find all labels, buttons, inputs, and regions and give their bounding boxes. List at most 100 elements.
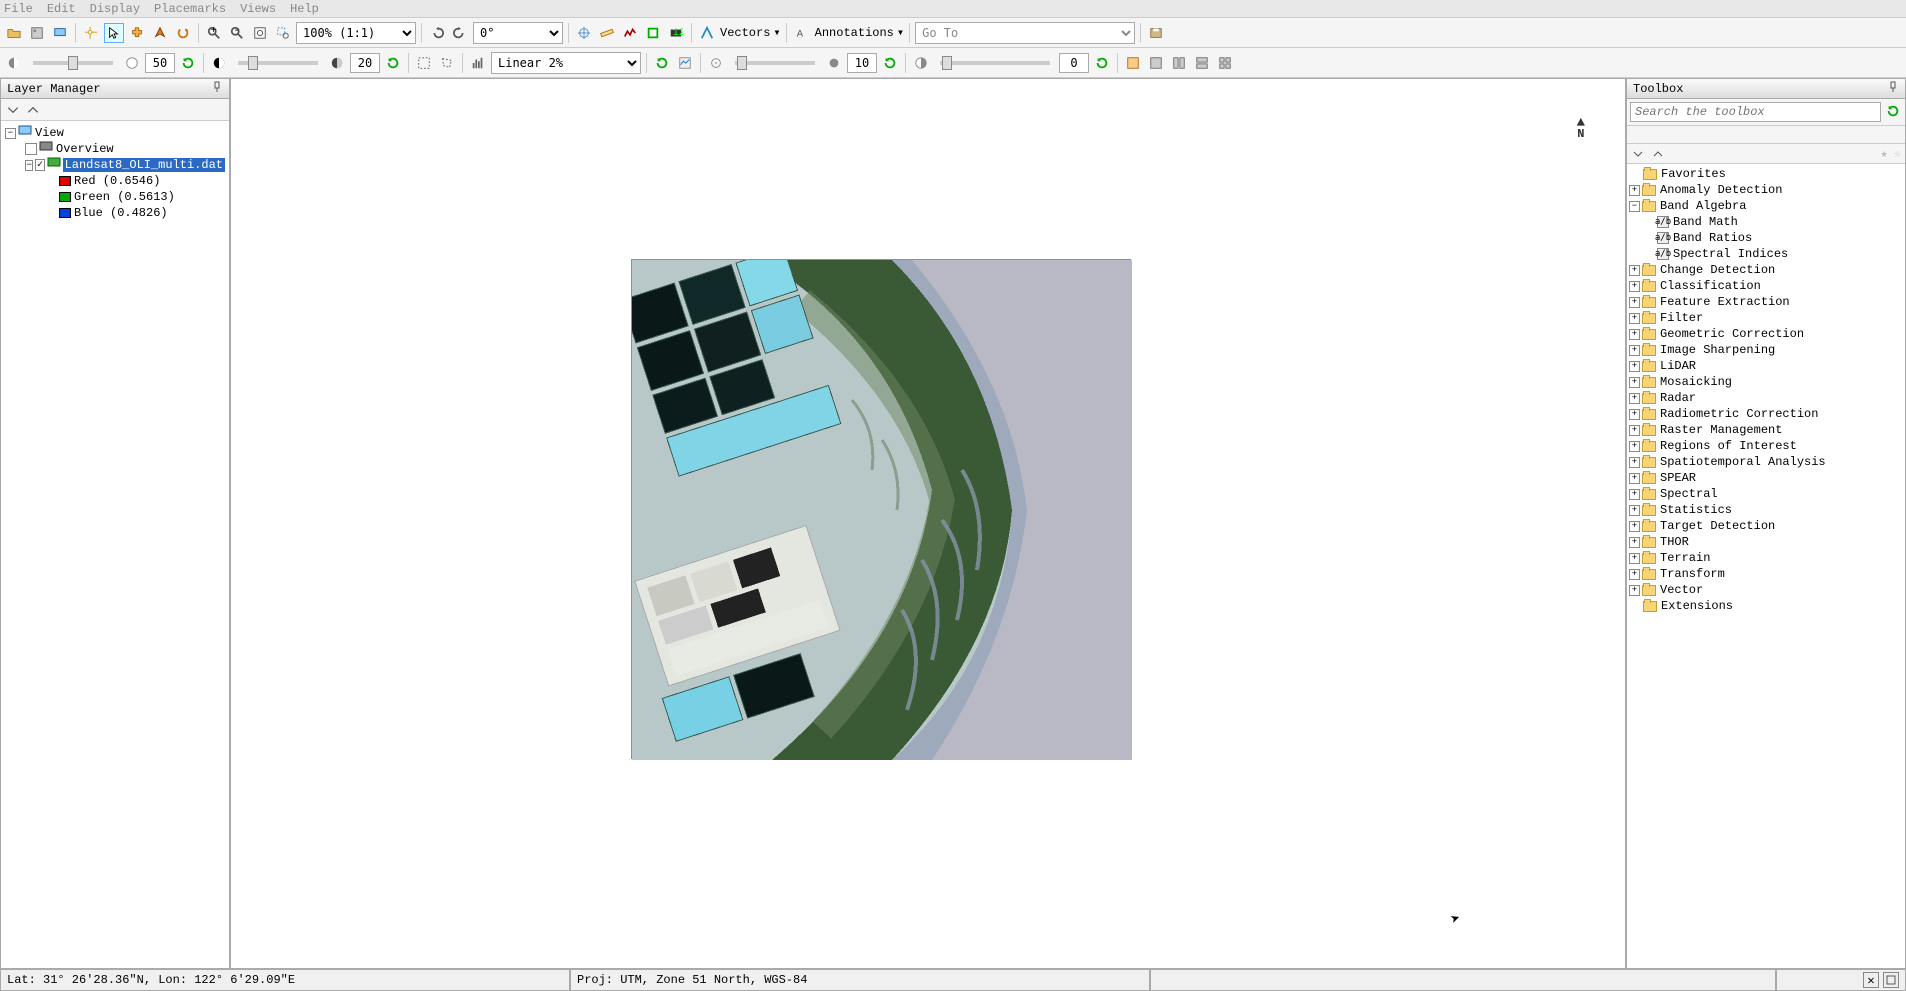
expand-icon[interactable]: + [1629,329,1640,340]
expand-icon[interactable]: + [1629,409,1640,420]
expand-icon[interactable]: + [1629,361,1640,372]
fly-icon[interactable] [150,23,170,43]
portal5-icon[interactable] [1215,53,1235,73]
contrast-icon[interactable] [4,53,24,73]
toolbox-folder[interactable]: +Classification [1629,278,1903,294]
toolbox-folder[interactable]: +Raster Management [1629,422,1903,438]
collapse-icon[interactable] [1631,147,1645,161]
sharpen-slider[interactable] [735,61,815,65]
stats-icon[interactable] [675,53,695,73]
expand-all-icon[interactable] [25,102,41,118]
expand-icon[interactable]: + [1629,281,1640,292]
toolbox-search-input[interactable] [1630,102,1881,122]
menu-file[interactable]: File [4,2,33,16]
expand-icon[interactable]: + [1629,393,1640,404]
toolbox-folder[interactable]: +Statistics [1629,502,1903,518]
tree-band-node[interactable]: Blue (0.4826) [5,205,225,221]
zoom-combo[interactable]: 100% (1:1) [296,22,416,44]
annotations-icon[interactable]: A [792,23,812,43]
stretch-rect-icon[interactable] [414,53,434,73]
vectors-label[interactable]: Vectors [720,26,770,40]
brightness-icon[interactable] [122,53,142,73]
data-manager-icon[interactable] [27,23,47,43]
contrast-slider[interactable] [238,61,318,65]
tree-dataset-node[interactable]: − Landsat8_OLI_multi.dat [5,157,225,173]
portal1-icon[interactable] [1123,53,1143,73]
save-image-icon[interactable] [1146,23,1166,43]
reset-contrast-icon[interactable] [383,53,403,73]
roi-icon[interactable] [643,23,663,43]
expand-icon[interactable] [1651,147,1665,161]
status-close-icon[interactable]: ✕ [1863,972,1879,988]
transparency-input[interactable] [1059,53,1089,73]
toolbox-tool[interactable]: a/bBand Ratios [1629,230,1903,246]
toolbox-folder[interactable]: +Change Detection [1629,262,1903,278]
toolbox-favorites[interactable]: Favorites [1629,166,1903,182]
map-viewport[interactable]: ▲ N [230,78,1626,969]
reset-sharpen-icon[interactable] [880,53,900,73]
expand-icon[interactable]: + [1629,585,1640,596]
menu-views[interactable]: Views [240,2,276,16]
brightness-slider[interactable] [33,61,113,65]
menu-help[interactable]: Help [290,2,319,16]
expand-icon[interactable]: + [1629,377,1640,388]
reset-brightness-icon[interactable] [178,53,198,73]
annotations-dropdown-icon[interactable]: ▾ [897,25,904,40]
search-refresh-icon[interactable] [1884,102,1902,120]
toolbox-folder[interactable]: +Terrain [1629,550,1903,566]
tree-view-node[interactable]: − View [5,125,225,141]
portal4-icon[interactable] [1192,53,1212,73]
dataset-checkbox[interactable] [35,159,44,171]
expand-icon[interactable]: − [25,160,33,171]
toolbox-folder[interactable]: Extensions [1629,598,1903,614]
rotate-left-icon[interactable] [427,23,447,43]
expand-icon[interactable]: − [5,128,16,139]
toolbox-folder[interactable]: +Image Sharpening [1629,342,1903,358]
vectors-toggle-icon[interactable] [697,23,717,43]
expand-icon[interactable]: + [1629,425,1640,436]
layer-manager-pin-icon[interactable] [211,81,223,97]
contrast2-icon[interactable] [209,53,229,73]
zoom-extent-icon[interactable] [250,23,270,43]
expand-icon[interactable]: + [1629,457,1640,468]
toolbox-folder[interactable]: +Feature Extraction [1629,294,1903,310]
expand-icon[interactable]: + [1629,441,1640,452]
transparency-icon[interactable] [911,53,931,73]
cursor-info-icon[interactable] [81,23,101,43]
expand-icon[interactable]: + [1629,553,1640,564]
zoom-area-icon[interactable] [273,23,293,43]
refresh-icon[interactable] [652,53,672,73]
toolbox-band-algebra[interactable]: − Band Algebra [1629,198,1903,214]
toolbox-folder[interactable]: +SPEAR [1629,470,1903,486]
zoom-out-icon[interactable]: - [227,23,247,43]
toolbox-folder[interactable]: +Filter [1629,310,1903,326]
toolbox-tool[interactable]: a/bBand Math [1629,214,1903,230]
rotate-icon[interactable] [173,23,193,43]
collapse-all-icon[interactable] [5,102,21,118]
expand-icon[interactable]: + [1629,489,1640,500]
goto-combo[interactable]: Go To [915,22,1135,44]
pan-icon[interactable] [127,23,147,43]
portal3-icon[interactable] [1169,53,1189,73]
toolbox-folder[interactable]: +Radiometric Correction [1629,406,1903,422]
stretch-combo[interactable]: Linear 2% [491,52,641,74]
contrast3-icon[interactable] [327,53,347,73]
expand-icon[interactable]: + [1629,473,1640,484]
transparency-slider[interactable] [940,61,1050,65]
toolbox-pin-icon[interactable] [1887,81,1899,97]
toolbox-anomaly[interactable]: + Anomaly Detection [1629,182,1903,198]
expand-icon[interactable]: + [1629,537,1640,548]
toolbox-folder[interactable]: +Regions of Interest [1629,438,1903,454]
contrast-input[interactable] [350,53,380,73]
toolbox-folder[interactable]: +Transform [1629,566,1903,582]
stretch-poly-icon[interactable] [437,53,457,73]
expand-icon[interactable]: − [1629,201,1640,212]
portal2-icon[interactable] [1146,53,1166,73]
toolbox-folder[interactable]: +Spatiotemporal Analysis [1629,454,1903,470]
zoom-in-icon[interactable]: + [204,23,224,43]
status-restore-icon[interactable] [1883,972,1899,988]
toolbox-folder[interactable]: +THOR [1629,534,1903,550]
menu-display[interactable]: Display [90,2,140,16]
annotations-label[interactable]: Annotations [815,26,894,40]
tree-band-node[interactable]: Red (0.6546) [5,173,225,189]
